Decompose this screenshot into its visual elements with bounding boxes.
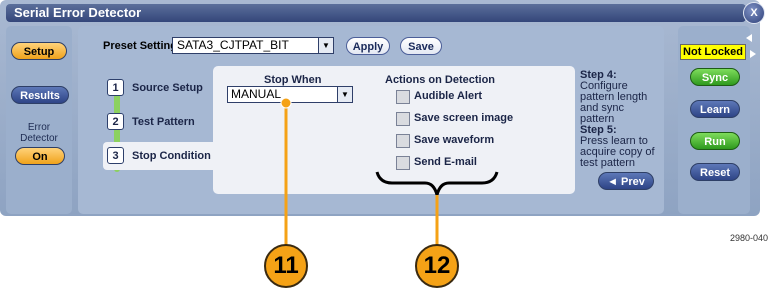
callout-12: 12 [415,244,459,288]
callout-11: 11 [264,244,308,288]
callout-12-bracket [375,171,499,196]
callout-11-anchor [280,97,292,109]
